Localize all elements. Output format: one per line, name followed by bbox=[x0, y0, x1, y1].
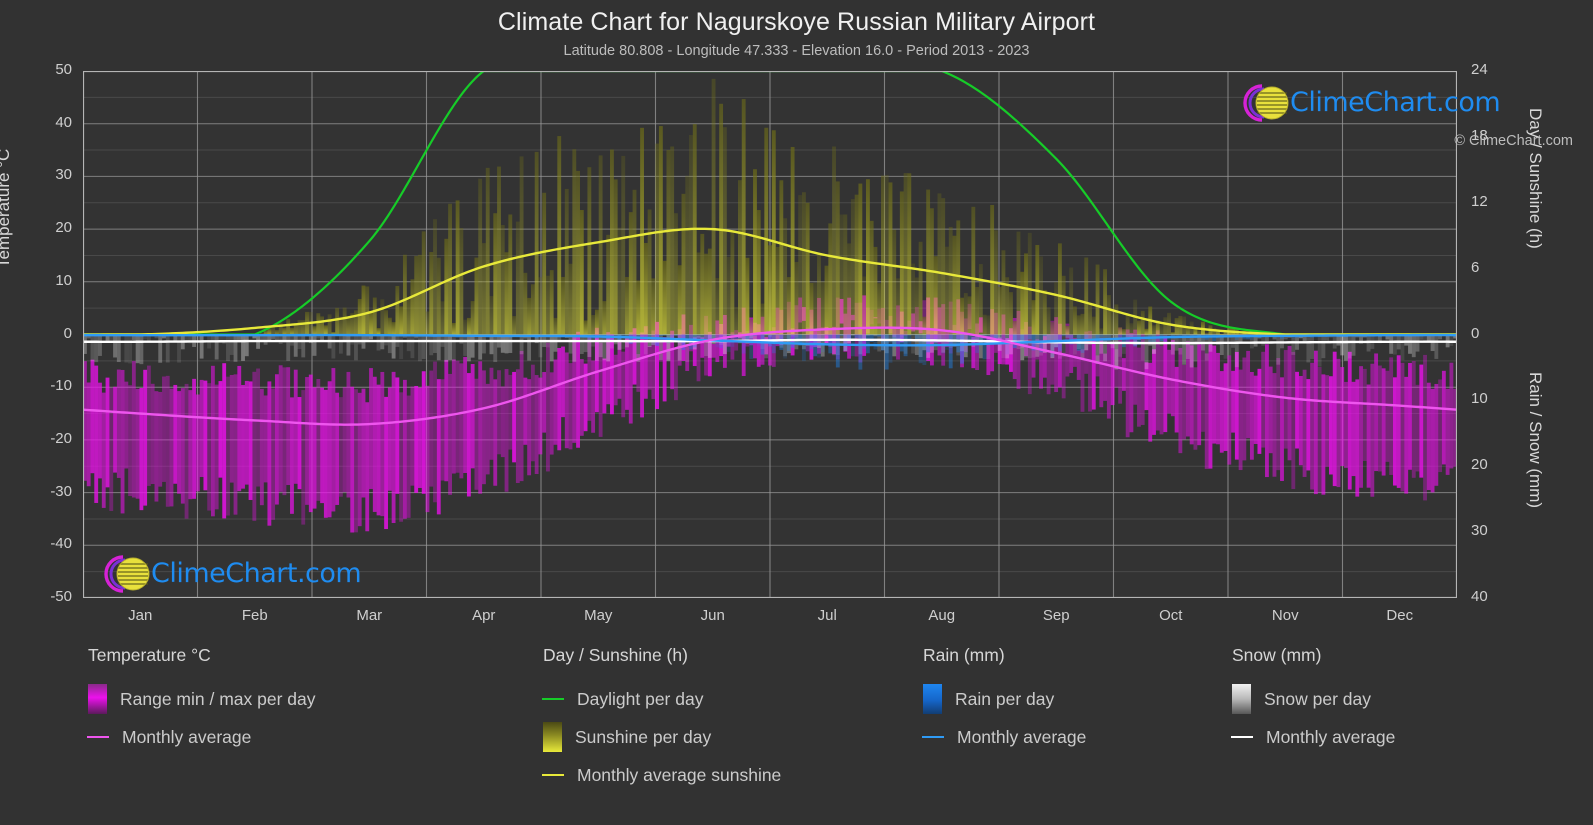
legend-item-label: Rain per day bbox=[955, 688, 1055, 709]
y-tick-left: -30 bbox=[50, 482, 72, 500]
y-tick-right-bottom: 40 bbox=[1471, 588, 1488, 605]
y-tick-right-bottom: 30 bbox=[1471, 522, 1488, 540]
legend-item[interactable]: Monthly average bbox=[87, 718, 316, 756]
y-tick-right-top: 6 bbox=[1471, 258, 1480, 276]
y-tick-left: 30 bbox=[55, 166, 72, 184]
y-tick-right-top: 12 bbox=[1471, 192, 1488, 210]
y-tick-left: 50 bbox=[55, 61, 72, 78]
x-tick-nov: Nov bbox=[1271, 607, 1299, 624]
y-tick-left: -50 bbox=[50, 588, 72, 605]
legend-heading: Temperature °C bbox=[88, 645, 211, 665]
y-tick-right-bottom: 20 bbox=[1471, 456, 1488, 474]
x-tick-sep: Sep bbox=[1042, 607, 1070, 624]
y-axis-right-top-title: Day / Sunshine (h) bbox=[1526, 108, 1545, 249]
page-title: Climate Chart for Nagurskoye Russian Mil… bbox=[497, 8, 1096, 36]
legend-item-label: Monthly average bbox=[957, 726, 1087, 747]
copyright-text: © ClimeChart.com bbox=[1454, 133, 1573, 149]
y-tick-right-bottom: 10 bbox=[1471, 390, 1488, 408]
legend-item[interactable]: Daylight per day bbox=[542, 680, 781, 718]
x-tick-dec: Dec bbox=[1386, 607, 1414, 624]
legend-heading: Snow (mm) bbox=[1232, 645, 1322, 665]
legend-item-label: Daylight per day bbox=[577, 688, 704, 709]
legend-item[interactable]: Monthly average bbox=[922, 718, 1087, 756]
legend-heading: Day / Sunshine (h) bbox=[543, 645, 688, 665]
legend-heading: Rain (mm) bbox=[923, 645, 1005, 665]
plot-area bbox=[83, 71, 1457, 598]
legend-item[interactable]: Monthly average bbox=[1231, 718, 1396, 756]
y-tick-left: 10 bbox=[55, 271, 72, 289]
y-axis-left-title: Temperature °C bbox=[0, 148, 13, 268]
page-subtitle: Latitude 80.808 - Longitude 47.333 - Ele… bbox=[563, 43, 1030, 59]
x-tick-feb: Feb bbox=[241, 607, 268, 624]
legend-item[interactable]: Range min / max per day bbox=[88, 680, 316, 718]
legend-swatch-icon bbox=[923, 684, 942, 714]
climechart-logo-icon bbox=[104, 555, 150, 593]
legend-line-icon bbox=[1231, 736, 1253, 738]
sunshine-bars bbox=[256, 78, 1277, 335]
legend-item[interactable]: Sunshine per day bbox=[543, 718, 781, 756]
y-axis-right-bottom-title: Rain / Snow (mm) bbox=[1526, 372, 1545, 509]
legend-item-label: Monthly average sunshine bbox=[577, 764, 782, 785]
y-tick-right-top: 24 bbox=[1471, 61, 1488, 78]
legend-item-label: Monthly average bbox=[122, 726, 252, 747]
legend-column-rain-mm: Rain (mm) Rain per day Monthly average bbox=[922, 645, 1087, 756]
brand-name-top: ClimeChart.com bbox=[1290, 87, 1501, 118]
legend-swatch-icon bbox=[1232, 684, 1251, 714]
legend-column-day-sunshine-h: Day / Sunshine (h) Daylight per day Sunshi… bbox=[542, 645, 782, 794]
brand-name-bottom: ClimeChart.com bbox=[151, 558, 362, 589]
legend-item-label: Sunshine per day bbox=[575, 726, 712, 747]
climechart-logo-icon bbox=[1243, 84, 1289, 122]
x-tick-mar: Mar bbox=[356, 607, 383, 624]
legend-column-temperature-c: Temperature °C Range min / max per day Mon… bbox=[87, 645, 316, 756]
x-tick-jun: Jun bbox=[700, 607, 725, 624]
legend-line-icon bbox=[542, 698, 564, 700]
legend-column-snow-mm: Snow (mm) Snow per day Monthly average bbox=[1231, 645, 1396, 756]
y-tick-left: -20 bbox=[50, 429, 72, 447]
x-tick-jan: Jan bbox=[128, 607, 153, 624]
legend-item[interactable]: Rain per day bbox=[923, 680, 1086, 718]
x-tick-jul: Jul bbox=[817, 607, 837, 624]
legend-line-icon bbox=[922, 736, 944, 738]
climate-chart: Climate Chart for Nagurskoye Russian Mil… bbox=[0, 0, 1593, 825]
legend-item[interactable]: Monthly average sunshine bbox=[542, 756, 782, 794]
y-tick-left: 0 bbox=[63, 324, 72, 342]
y-tick-left: -10 bbox=[50, 377, 72, 395]
x-tick-oct: Oct bbox=[1159, 607, 1183, 624]
legend-item[interactable]: Snow per day bbox=[1232, 680, 1395, 718]
legend-line-icon bbox=[87, 736, 109, 738]
x-tick-may: May bbox=[584, 607, 613, 624]
x-tick-aug: Aug bbox=[928, 607, 956, 624]
y-tick-left: -40 bbox=[50, 535, 72, 553]
chart-legend: Temperature °C Range min / max per day Mon… bbox=[0, 645, 1593, 820]
legend-swatch-icon bbox=[88, 684, 107, 714]
legend-item-label: Range min / max per day bbox=[120, 688, 316, 709]
legend-line-icon bbox=[542, 774, 564, 776]
brand-logo-bottom: ClimeChart.com bbox=[93, 551, 362, 602]
legend-swatch-icon bbox=[543, 722, 562, 752]
legend-item-label: Snow per day bbox=[1264, 688, 1372, 709]
y-tick-left: 40 bbox=[55, 113, 72, 131]
y-tick-right-top: 0 bbox=[1471, 324, 1480, 342]
y-tick-left: 20 bbox=[55, 219, 72, 237]
x-tick-apr: Apr bbox=[472, 607, 496, 624]
legend-item-label: Monthly average bbox=[1266, 726, 1396, 747]
brand-logo-top: ClimeChart.com bbox=[1232, 80, 1501, 131]
